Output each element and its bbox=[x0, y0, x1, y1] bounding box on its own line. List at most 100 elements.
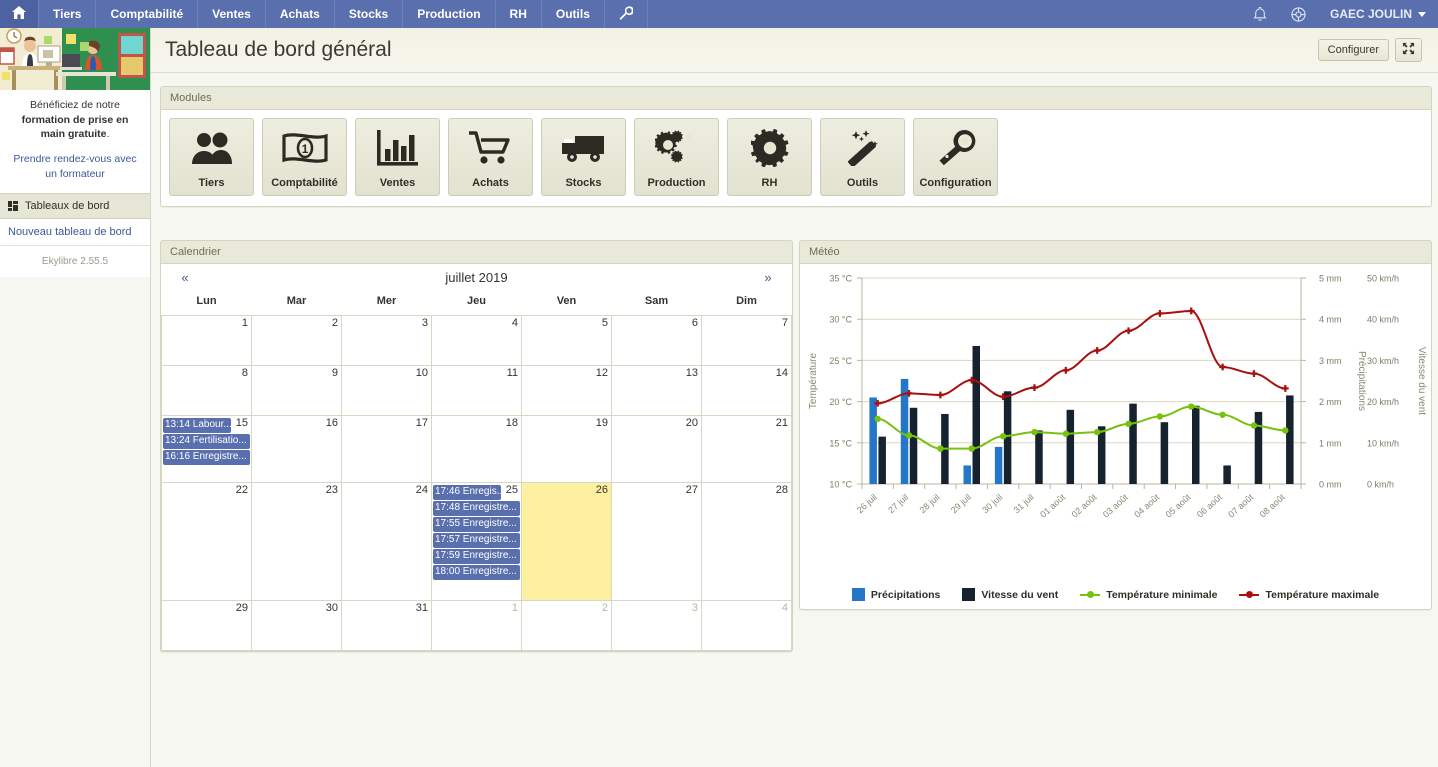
chart-marker bbox=[1125, 420, 1132, 428]
help-button[interactable] bbox=[1279, 0, 1318, 28]
nav-label: Ventes bbox=[212, 7, 251, 21]
nav-home[interactable] bbox=[0, 0, 39, 28]
y-axis-left-tick: 35 °C bbox=[829, 274, 852, 284]
calendar-day-cell[interactable]: 24 bbox=[341, 482, 432, 601]
calendar-event[interactable]: 17:46 Enregis... bbox=[433, 485, 501, 500]
calendar-prev-button[interactable]: « bbox=[173, 270, 197, 285]
calendar-day-cell[interactable]: 12 bbox=[521, 365, 612, 416]
nav-item-ventes[interactable]: Ventes bbox=[198, 0, 266, 28]
module-tile-stocks[interactable]: Stocks bbox=[541, 118, 626, 196]
calendar-day-cell[interactable]: 20 bbox=[611, 415, 702, 483]
calendar-day-cell[interactable]: 7 bbox=[701, 315, 792, 366]
calendar-day-cell[interactable]: 13 bbox=[611, 365, 702, 416]
calendar-day-cell[interactable]: 17 bbox=[341, 415, 432, 483]
calendar-day-number: 12 bbox=[595, 367, 608, 379]
module-tile-production[interactable]: Production bbox=[634, 118, 719, 196]
configure-button[interactable]: Configurer bbox=[1317, 39, 1389, 61]
y-axis-left-title: Température bbox=[808, 352, 819, 409]
calendar-event[interactable]: 13:14 Labour... bbox=[163, 418, 231, 433]
user-menu[interactable]: GAEC JOULIN bbox=[1318, 0, 1438, 28]
calendar-day-cell[interactable]: 16 bbox=[251, 415, 342, 483]
calendar-day-cell[interactable]: 6 bbox=[611, 315, 702, 366]
nav-item-stocks[interactable]: Stocks bbox=[335, 0, 404, 28]
promo-appointment-link[interactable]: Prendre rendez-vous avec un formateur bbox=[0, 144, 150, 192]
calendar-day-cell[interactable]: 5 bbox=[521, 315, 612, 366]
calendar-day-cell[interactable]: 4 bbox=[701, 600, 792, 651]
gear-icon bbox=[728, 119, 811, 177]
module-tile-ventes[interactable]: Ventes bbox=[355, 118, 440, 196]
module-tile-rh[interactable]: RH bbox=[727, 118, 812, 196]
calendar-day-cell[interactable]: 9 bbox=[251, 365, 342, 416]
calendar-event[interactable]: 17:55 Enregistre... bbox=[433, 517, 520, 532]
notifications-button[interactable] bbox=[1241, 0, 1279, 28]
calendar-day-cell[interactable]: 2 bbox=[251, 315, 342, 366]
calendar-day-cell[interactable]: 19 bbox=[521, 415, 612, 483]
y-axis-right1-tick: 1 mm bbox=[1319, 438, 1342, 448]
legend-item-température-minimale[interactable]: Température minimale bbox=[1080, 588, 1217, 601]
calendar-event[interactable]: 17:48 Enregistre... bbox=[433, 501, 520, 516]
calendar-day-cell[interactable]: 4 bbox=[431, 315, 522, 366]
calendar-day-cell[interactable]: 11 bbox=[431, 365, 522, 416]
calendar-event[interactable]: 17:57 Enregistre... bbox=[433, 533, 520, 548]
calendar-day-cell[interactable]: 8 bbox=[161, 365, 252, 416]
calendar-event[interactable]: 18:00 Enregistre... bbox=[433, 565, 520, 580]
nav-item-outils[interactable]: Outils bbox=[542, 0, 605, 28]
module-label: Stocks bbox=[565, 177, 602, 189]
chart-marker-dot bbox=[1064, 368, 1068, 373]
calendar-day-cell[interactable]: 10 bbox=[341, 365, 432, 416]
chart-marker bbox=[1219, 411, 1226, 418]
calendar-day-cell[interactable]: 1 bbox=[161, 315, 252, 366]
legend-item-température-maximale[interactable]: Température maximale bbox=[1239, 588, 1379, 601]
nav-item-comptabilite[interactable]: Comptabilité bbox=[96, 0, 199, 28]
calendar-day-cell[interactable]: 21 bbox=[701, 415, 792, 483]
calendar-day-cell[interactable]: 1 bbox=[431, 600, 522, 651]
calendar-day-cell[interactable]: 15 13:14 Labour... 13:24 Fertilisatio... 16… bbox=[161, 415, 252, 483]
calendar-day-cell[interactable]: 28 bbox=[701, 482, 792, 601]
chart-bar-vitesse-du-vent bbox=[878, 436, 886, 484]
module-tile-comptabilite[interactable]: 1 Comptabilité bbox=[262, 118, 347, 196]
calendar-day-cell[interactable]: 23 bbox=[251, 482, 342, 601]
calendar-day-cell[interactable]: 3 bbox=[611, 600, 702, 651]
calendar-day-cell[interactable]: 25 17:46 Enregis... 17:48 Enregistre... 17:… bbox=[431, 482, 522, 601]
module-tile-tiers[interactable]: Tiers bbox=[169, 118, 254, 196]
module-tile-outils[interactable]: Outils bbox=[820, 118, 905, 196]
fullscreen-button[interactable] bbox=[1395, 38, 1422, 62]
calendar-day-number: 6 bbox=[691, 317, 698, 329]
nav-item-achats[interactable]: Achats bbox=[266, 0, 335, 28]
nav-item-rh[interactable]: RH bbox=[496, 0, 542, 28]
calendar-day-cell[interactable]: 31 bbox=[341, 600, 432, 651]
chart-marker-dot bbox=[969, 378, 974, 382]
calendar-day-cell[interactable]: 14 bbox=[701, 365, 792, 416]
calendar-day-cell[interactable]: 30 bbox=[251, 600, 342, 651]
calendar-event[interactable]: 13:24 Fertilisatio... bbox=[163, 434, 250, 449]
legend-item-précipitations[interactable]: Précipitations bbox=[851, 588, 940, 601]
legend-label: Vitesse du vent bbox=[981, 588, 1059, 601]
x-axis-tick-label: 03 août bbox=[1101, 492, 1130, 520]
module-label: RH bbox=[761, 177, 778, 189]
calendar-event[interactable]: 17:59 Enregistre... bbox=[433, 549, 520, 564]
user-name-label: GAEC JOULIN bbox=[1329, 7, 1412, 21]
calendar-month-label: juillet 2019 bbox=[445, 270, 508, 285]
sidebar-item-new-dashboard[interactable]: Nouveau tableau de bord bbox=[0, 219, 150, 246]
module-tile-configuration[interactable]: Configuration bbox=[913, 118, 998, 196]
legend-item-vitesse-du-vent[interactable]: Vitesse du vent bbox=[962, 588, 1058, 601]
calendar-event[interactable]: 16:16 Enregistre... bbox=[163, 450, 250, 465]
calendar-day-cell[interactable]: 22 bbox=[161, 482, 252, 601]
y-axis-right1-tick: 3 mm bbox=[1319, 356, 1342, 366]
calendar-day-cell[interactable]: 29 bbox=[161, 600, 252, 651]
module-label: Ventes bbox=[379, 177, 416, 189]
nav-item-production[interactable]: Production bbox=[403, 0, 496, 28]
calendar-day-cell[interactable]: 26 bbox=[521, 482, 612, 601]
chart-bar-précipitations bbox=[963, 465, 971, 484]
module-tile-achats[interactable]: Achats bbox=[448, 118, 533, 196]
calendar-day-cell[interactable]: 27 bbox=[611, 482, 702, 601]
nav-item-configuration[interactable] bbox=[605, 0, 648, 28]
chart-bar-vitesse-du-vent bbox=[1223, 465, 1231, 484]
calendar-next-button[interactable]: » bbox=[756, 270, 780, 285]
bell-icon bbox=[1253, 6, 1267, 22]
calendar-day-cell[interactable]: 18 bbox=[431, 415, 522, 483]
calendar-day-cell[interactable]: 3 bbox=[341, 315, 432, 366]
nav-item-tiers[interactable]: Tiers bbox=[39, 0, 97, 28]
calendar-day-cell[interactable]: 2 bbox=[521, 600, 612, 651]
calendar-day-number: 2 bbox=[601, 602, 608, 614]
